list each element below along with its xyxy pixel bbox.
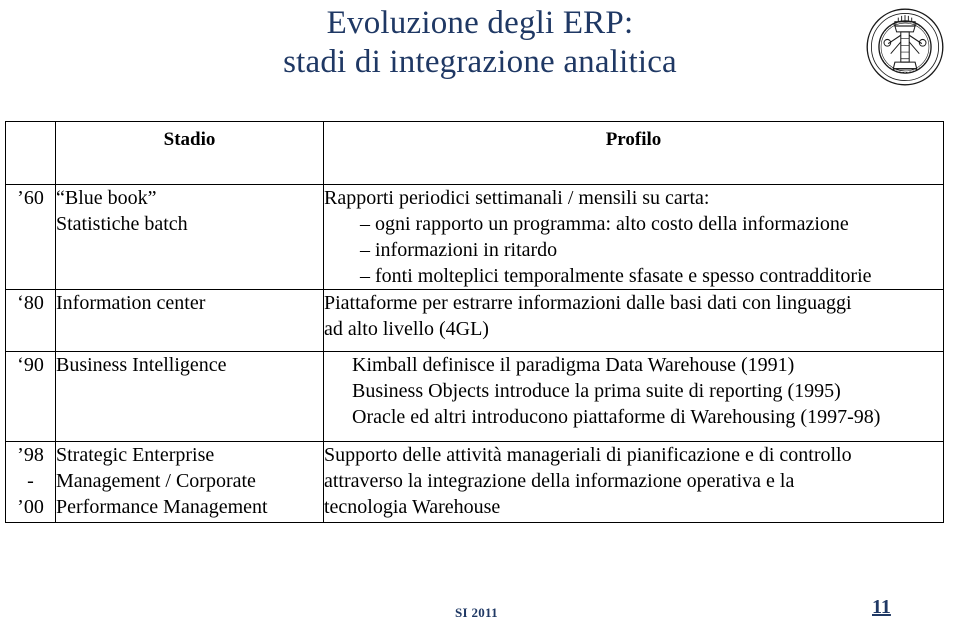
table-header-row: Stadio Profilo: [5, 121, 944, 185]
erp-evolution-table: Stadio Profilo ’60 “Blue book” Statistic…: [5, 121, 944, 523]
profile-line: Rapporti periodici settimanali / mensili…: [324, 187, 710, 209]
page-title: Evoluzione degli ERP: stadi di integrazi…: [0, 4, 960, 82]
page-number: 11: [872, 596, 891, 618]
year-cell: ’60: [5, 184, 56, 290]
profile-cell: Kimball definisce il paradigma Data Ware…: [323, 351, 944, 442]
profile-cell: Supporto delle attività manageriali di p…: [323, 441, 944, 523]
stage-line: Information center: [56, 292, 206, 314]
profile-cell: Piattaforme per estrarre informazioni da…: [323, 289, 944, 352]
stage-line: Statistiche batch: [56, 213, 188, 235]
year-line: ’98: [17, 444, 44, 466]
stage-cell: Strategic Enterprise Management / Corpor…: [55, 441, 324, 523]
profile-line: Kimball definisce il paradigma Data Ware…: [352, 354, 795, 376]
profile-line: attraverso la integrazione della informa…: [324, 470, 795, 492]
page-title-line-1: Evoluzione degli ERP:: [326, 5, 634, 41]
header-label-stage: Stadio: [163, 129, 216, 150]
footer-course-label: SI 2011: [455, 605, 498, 620]
year-cell: ‘90: [5, 351, 56, 442]
stage-cell: Information center: [55, 289, 324, 352]
year-cell: ’98 - ’00: [5, 441, 56, 523]
profile-line: – fonti molteplici temporalmente sfasate…: [360, 265, 872, 287]
table-row: ’98 - ’00 Strategic Enterprise Managemen…: [5, 441, 944, 523]
year-cell: ‘80: [5, 289, 56, 352]
profile-line: Supporto delle attività manageriali di p…: [324, 444, 852, 466]
profile-line: Business Objects introduce la prima suit…: [352, 380, 841, 402]
table-row: ‘80 Information center Piattaforme per e…: [5, 289, 944, 352]
stage-cell: Business Intelligence: [55, 351, 324, 442]
year-line: ‘80: [17, 292, 44, 314]
stage-line: Performance Management: [56, 496, 268, 518]
header-label-profile: Profilo: [605, 129, 662, 150]
header-cell-profile: Profilo: [323, 121, 944, 185]
profile-cell: Rapporti periodici settimanali / mensili…: [323, 184, 944, 290]
header-cell-year: [5, 121, 56, 185]
profile-line: tecnologia Warehouse: [324, 496, 501, 518]
year-line: ’60: [17, 187, 44, 209]
table-row: ‘90 Business Intelligence Kimball defini…: [5, 351, 944, 442]
profile-line: – informazioni in ritardo: [360, 239, 558, 261]
year-line: ’00: [17, 496, 44, 518]
profile-line: – ogni rapporto un programma: alto costo…: [360, 213, 849, 235]
profile-line: ad alto livello (4GL): [324, 318, 489, 340]
university-seal-logo: [863, 5, 947, 89]
page-title-line-2: stadi di integrazione analitica: [283, 44, 677, 80]
stage-line: Strategic Enterprise: [56, 444, 215, 466]
header-cell-stage: Stadio: [55, 121, 324, 185]
stage-cell: “Blue book” Statistiche batch: [55, 184, 324, 290]
profile-line: Piattaforme per estrarre informazioni da…: [324, 292, 852, 314]
stage-line: Business Intelligence: [56, 354, 227, 376]
year-line: ‘90: [17, 354, 44, 376]
table-row: ’60 “Blue book” Statistiche batch Rappor…: [5, 184, 944, 290]
profile-line: Oracle ed altri introducono piattaforme …: [352, 406, 881, 428]
stage-line: “Blue book”: [56, 187, 157, 209]
header-label-year: [6, 122, 55, 129]
stage-line: Management / Corporate: [56, 470, 256, 492]
year-line: -: [27, 470, 34, 492]
table-body: ’60 “Blue book” Statistiche batch Rappor…: [5, 184, 944, 523]
